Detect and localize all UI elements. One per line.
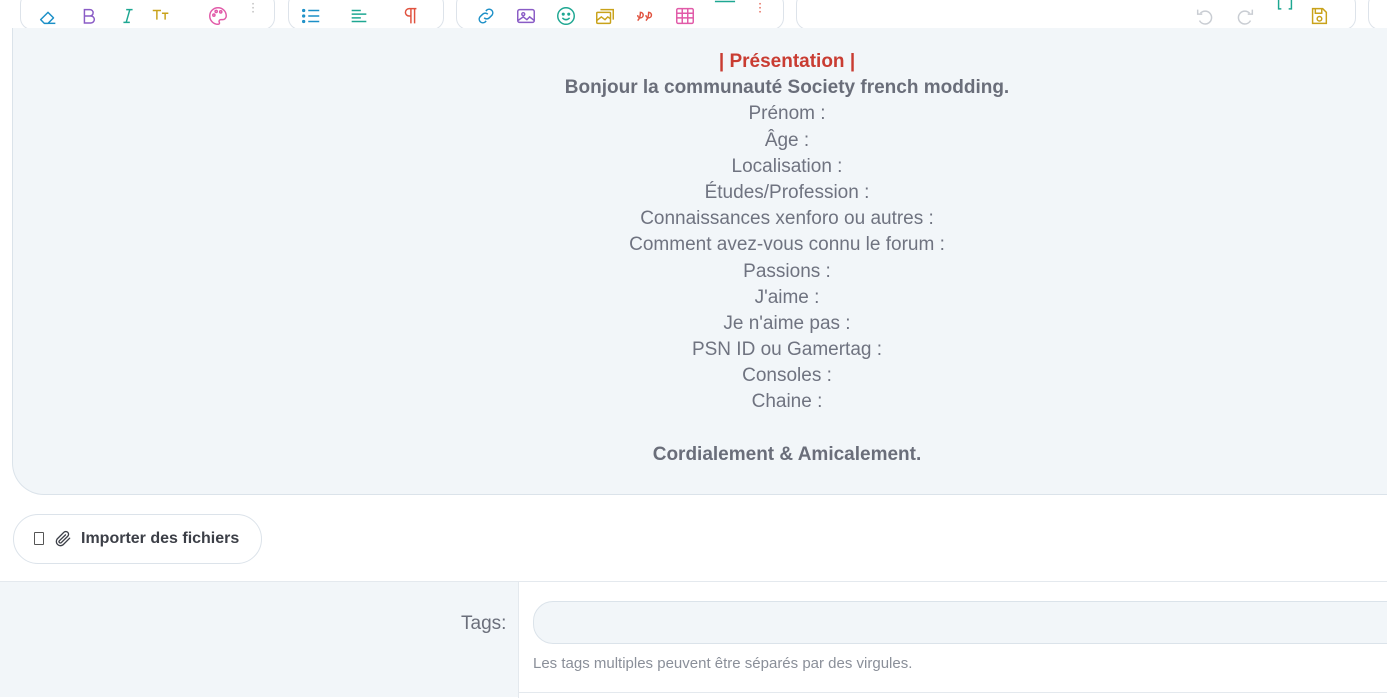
field-line: J'aime :	[754, 286, 820, 308]
insert-hr-button[interactable]	[712, 0, 738, 19]
toolbar-group-extra	[1368, 0, 1387, 30]
insert-smiley-button[interactable]	[553, 4, 579, 28]
bold-button[interactable]	[76, 4, 102, 28]
eraser-icon	[39, 11, 56, 25]
text-color-button[interactable]	[205, 4, 231, 28]
upload-files-label: Importer des fichiers	[81, 530, 240, 547]
upload-files-button[interactable]: Importer des fichiers	[13, 514, 262, 564]
field-line: Prénom :	[748, 103, 826, 125]
presentation-title: | Présentation |	[718, 51, 856, 72]
paragraph-icon	[404, 7, 417, 24]
greeting-line: Bonjour la communauté Society french mod…	[564, 77, 1010, 99]
redo-button[interactable]	[1232, 4, 1258, 28]
table-icon	[676, 7, 694, 25]
file-placeholder-icon	[34, 531, 44, 545]
smiley-icon	[557, 7, 575, 25]
field-line: Connaissances xenforo ou autres :	[640, 208, 934, 230]
paragraph-format-button[interactable]	[397, 4, 423, 28]
message-editor[interactable]: | Présentation | Bonjour la communauté S…	[12, 28, 1387, 495]
redo-icon	[1237, 9, 1254, 25]
insert-media-button[interactable]	[592, 4, 618, 28]
toolbar-group-insert: · · ·	[456, 0, 784, 30]
insert-image-button[interactable]	[513, 4, 539, 28]
save-draft-button[interactable]	[1306, 4, 1332, 28]
tags-hint: Les tags multiples peuvent être séparés …	[533, 655, 913, 672]
link-icon	[478, 8, 494, 24]
editor-content[interactable]: | Présentation | Bonjour la communauté S…	[13, 49, 1387, 468]
list-button[interactable]	[298, 4, 324, 28]
undo-button[interactable]	[1192, 4, 1218, 28]
field-line: Consoles :	[742, 365, 832, 387]
insert-link-button[interactable]	[473, 4, 499, 28]
toggle-bbcode-button[interactable]	[1272, 0, 1298, 19]
font-size-icon	[152, 9, 169, 20]
tags-field-container: Les tags multiples peuvent être séparés …	[518, 582, 1387, 698]
toolbar-group-text-format: · · ·	[20, 0, 275, 30]
italic-button[interactable]	[115, 4, 141, 28]
list-icon	[302, 8, 320, 24]
image-icon	[517, 8, 535, 24]
italic-icon	[123, 8, 133, 24]
tags-row: Tags: Les tags multiples peuvent être sé…	[0, 581, 1387, 698]
align-button[interactable]	[346, 4, 372, 28]
insert-quote-button[interactable]	[632, 4, 658, 28]
field-line: Âge :	[764, 129, 810, 151]
more-options-button[interactable]: · · ·	[250, 0, 256, 18]
more-options-button[interactable]: · · ·	[757, 0, 763, 18]
font-size-button[interactable]	[148, 4, 174, 28]
bold-icon	[83, 8, 96, 24]
field-line: Localisation :	[731, 155, 843, 177]
field-line: Comment avez-vous connu le forum :	[629, 234, 945, 256]
field-line: PSN ID ou Gamertag :	[691, 339, 883, 361]
quote-icon	[636, 11, 653, 22]
media-icon	[596, 8, 614, 25]
field-line: Passions :	[743, 260, 831, 282]
field-line: Études/Profession :	[704, 181, 870, 203]
palette-icon	[209, 7, 227, 25]
undo-icon	[1196, 9, 1213, 25]
field-line: Je n'aime pas :	[723, 312, 851, 334]
align-icon	[351, 9, 367, 23]
field-line: Chaine :	[751, 391, 823, 413]
toolbar-group-history	[796, 0, 1356, 30]
divider	[519, 692, 1387, 693]
save-draft-icon	[1311, 7, 1328, 25]
tags-input[interactable]	[533, 601, 1387, 644]
closing-line: Cordialement & Amicalement.	[652, 443, 922, 465]
hr-icon	[714, 0, 736, 3]
tags-label: Tags:	[461, 613, 507, 634]
remove-format-button[interactable]	[35, 4, 61, 28]
empty-line	[13, 416, 1387, 442]
toolbar-group-paragraph	[288, 0, 444, 30]
insert-table-button[interactable]	[672, 4, 698, 28]
paperclip-icon	[55, 530, 71, 547]
bbcode-icon	[1277, 0, 1293, 10]
